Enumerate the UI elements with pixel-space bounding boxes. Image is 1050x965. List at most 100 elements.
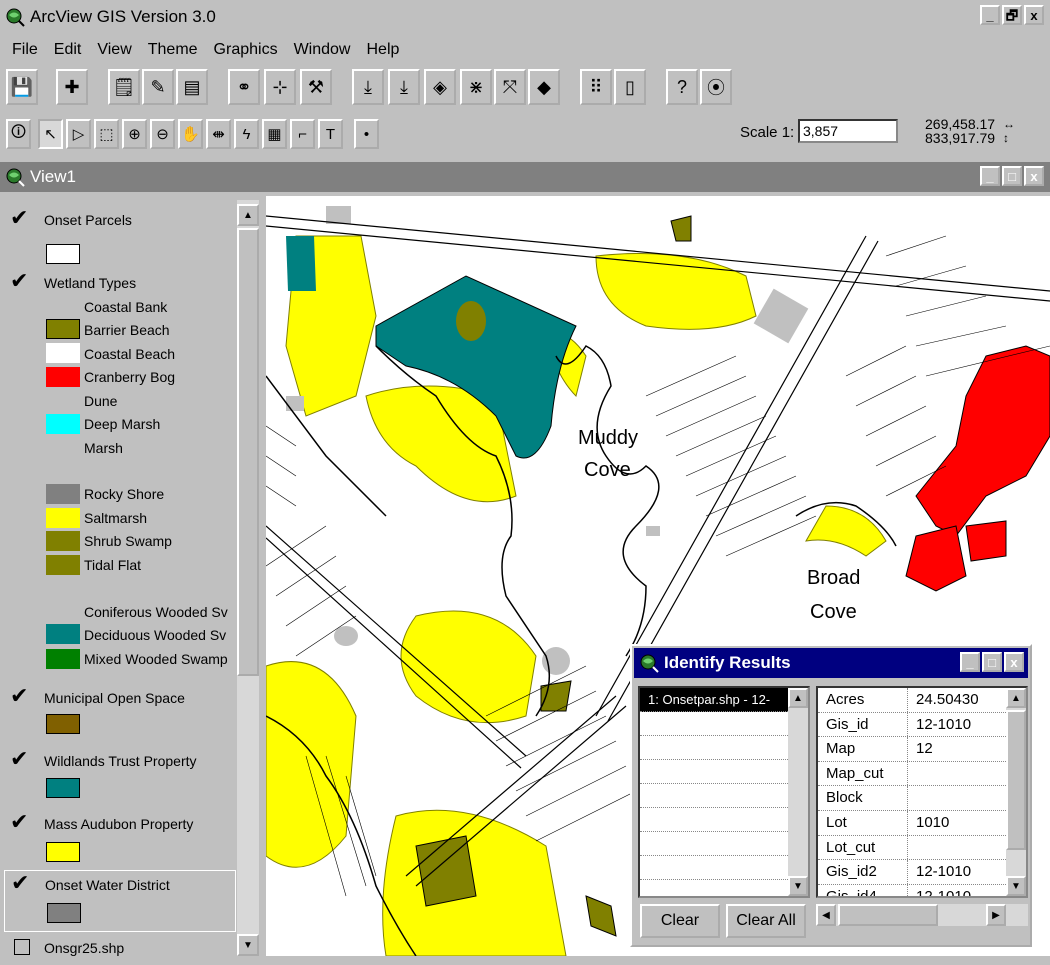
menu-help[interactable]: Help xyxy=(366,41,399,59)
restore-button[interactable]: 🗗 xyxy=(1002,5,1022,25)
theme-wildlands-trust[interactable]: ✔ Wildlands Trust Property xyxy=(4,747,238,807)
zoom-out-tool-icon[interactable]: ⊖ xyxy=(150,119,175,149)
scale-input[interactable]: 3,857 xyxy=(798,119,898,143)
clear-button[interactable]: Clear xyxy=(640,904,720,938)
theme-onset-water-district[interactable]: ✔ Onset Water District xyxy=(4,870,236,932)
scroll-down-icon[interactable]: ▼ xyxy=(1006,876,1026,896)
pointer-tool-icon[interactable]: ↖ xyxy=(38,119,63,149)
identify-tool-icon[interactable]: 🛈 xyxy=(6,119,31,149)
locate-address-icon[interactable]: ⊹ xyxy=(264,69,296,105)
draw-point-tool-icon[interactable]: • xyxy=(354,119,379,149)
identify-attribute-table[interactable]: Acres24.50430 Gis_id12-1010 Map12 Map_cu… xyxy=(816,686,1028,898)
clear-selection-icon[interactable]: ⤓ xyxy=(388,69,420,105)
table-row: Lot_cut xyxy=(818,836,1026,861)
identify-feature-list[interactable]: 1: Onsetpar.shp - 12- ▲ ▼ xyxy=(638,686,810,898)
text-tool-icon[interactable]: T xyxy=(318,119,343,149)
legend-class-label: Barrier Beach xyxy=(84,322,170,338)
scroll-thumb[interactable] xyxy=(838,904,938,926)
zoom-previous-icon[interactable]: ⠿ xyxy=(580,69,612,105)
zoom-in-fixed-icon[interactable]: ◆ xyxy=(528,69,560,105)
zoom-in-tool-icon[interactable]: ⊕ xyxy=(122,119,147,149)
zoom-full-extent-icon[interactable]: ◈ xyxy=(424,69,456,105)
checkmark-icon[interactable]: ✔ xyxy=(11,873,31,893)
theme-municipal-open-space[interactable]: ✔ Municipal Open Space xyxy=(4,684,238,744)
scroll-thumb[interactable] xyxy=(1006,710,1026,850)
unchecked-box[interactable] xyxy=(14,939,30,955)
hotlink-tool-icon[interactable]: ϟ xyxy=(234,119,259,149)
menu-view[interactable]: View xyxy=(97,41,131,59)
menu-file[interactable]: File xyxy=(12,41,38,59)
checkmark-icon[interactable]: ✔ xyxy=(10,749,30,769)
add-theme-icon[interactable]: ✚ xyxy=(56,69,88,105)
legend-swatch xyxy=(46,714,80,734)
hotlink-icon[interactable]: ⦿ xyxy=(700,69,732,105)
query-builder-icon[interactable]: ⚒ xyxy=(300,69,332,105)
select-feature-tool-icon[interactable]: ⬚ xyxy=(94,119,119,149)
identify-close-button[interactable]: x xyxy=(1004,652,1024,672)
zoom-selected-icon[interactable]: ⤧ xyxy=(494,69,526,105)
legend-swatch xyxy=(46,778,80,798)
save-icon[interactable]: 💾 xyxy=(6,69,38,105)
scroll-left-icon[interactable]: ◀ xyxy=(816,904,836,926)
toc-scrollbar[interactable]: ▲ ▼ xyxy=(237,200,259,956)
scroll-up-icon[interactable]: ▲ xyxy=(1006,688,1026,708)
theme-properties-icon[interactable]: 🗒 xyxy=(108,69,140,105)
checkmark-icon[interactable]: ✔ xyxy=(10,271,30,291)
area-of-interest-tool-icon[interactable]: ▦ xyxy=(262,119,287,149)
legend-class-label: Tidal Flat xyxy=(84,557,141,573)
scroll-thumb[interactable] xyxy=(237,228,259,676)
view-minimize-button[interactable]: _ xyxy=(980,166,1000,186)
select-by-theme-icon[interactable]: ⤓ xyxy=(352,69,384,105)
table-hscrollbar[interactable]: ◀ ▶ xyxy=(816,904,1028,926)
theme-mass-audubon[interactable]: ✔ Mass Audubon Property xyxy=(4,810,238,870)
scroll-right-icon[interactable]: ▶ xyxy=(986,904,1006,926)
theme-onsgr25[interactable]: Onsgr25.shp xyxy=(4,936,238,956)
zoom-active-themes-icon[interactable]: ⋇ xyxy=(460,69,492,105)
checkmark-icon[interactable]: ✔ xyxy=(10,208,30,228)
scroll-up-icon[interactable]: ▲ xyxy=(788,688,808,708)
identify-title: Identify Results xyxy=(664,653,791,673)
view-maximize-button[interactable]: □ xyxy=(1002,166,1022,186)
clear-all-button[interactable]: Clear All xyxy=(726,904,806,938)
menu-edit[interactable]: Edit xyxy=(54,41,82,59)
vertex-edit-tool-icon[interactable]: ▷ xyxy=(66,119,91,149)
checkmark-icon[interactable]: ✔ xyxy=(10,686,30,706)
find-icon[interactable]: ⚭ xyxy=(228,69,260,105)
legend-class-label: Mixed Wooded Swamp xyxy=(84,651,228,667)
scroll-down-icon[interactable]: ▼ xyxy=(237,934,259,956)
checkmark-icon[interactable]: ✔ xyxy=(10,812,30,832)
pan-tool-icon[interactable]: ✋ xyxy=(178,119,203,149)
minimize-button[interactable]: _ xyxy=(980,5,1000,25)
identify-minimize-button[interactable]: _ xyxy=(960,652,980,672)
theme-wetland-types[interactable]: ✔ Wetland Types Coastal Bank Barrier Bea… xyxy=(4,269,238,679)
scale-label: Scale 1: xyxy=(740,124,794,141)
theme-onset-parcels[interactable]: ✔ Onset Parcels xyxy=(4,206,238,266)
open-table-icon[interactable]: ▤ xyxy=(176,69,208,105)
measure-tool-icon[interactable]: ⇼ xyxy=(206,119,231,149)
scroll-up-icon[interactable]: ▲ xyxy=(237,204,259,226)
legend-swatch xyxy=(46,244,80,264)
menu-theme[interactable]: Theme xyxy=(148,41,198,59)
table-scrollbar[interactable]: ▲ ▼ xyxy=(1006,688,1026,896)
list-item[interactable]: 1: Onsetpar.shp - 12- xyxy=(640,688,808,712)
view-close-button[interactable]: x xyxy=(1024,166,1044,186)
help-icon[interactable]: ? xyxy=(666,69,698,105)
menu-window[interactable]: Window xyxy=(294,41,351,59)
theme-name: Onsgr25.shp xyxy=(44,940,124,956)
table-row: Lot1010 xyxy=(818,811,1026,836)
scroll-down-icon[interactable]: ▼ xyxy=(788,876,808,896)
field-value xyxy=(908,836,916,860)
map-label-broad-cove: Cove xyxy=(810,601,857,623)
close-button[interactable]: x xyxy=(1024,5,1044,25)
field-value: 24.50430 xyxy=(908,688,979,712)
list-scrollbar[interactable]: ▲ ▼ xyxy=(788,688,808,896)
edit-legend-icon[interactable]: ✎ xyxy=(142,69,174,105)
layout-icon[interactable]: ▯ xyxy=(614,69,646,105)
table-of-contents: ✔ Onset Parcels ✔ Wetland Types Coastal … xyxy=(4,196,260,956)
legend-swatch xyxy=(46,484,80,504)
legend-swatch xyxy=(46,842,80,862)
menu-graphics[interactable]: Graphics xyxy=(214,41,278,59)
theme-name: Municipal Open Space xyxy=(44,690,185,706)
label-tool-icon[interactable]: ⌐ xyxy=(290,119,315,149)
identify-maximize-button[interactable]: □ xyxy=(982,652,1002,672)
